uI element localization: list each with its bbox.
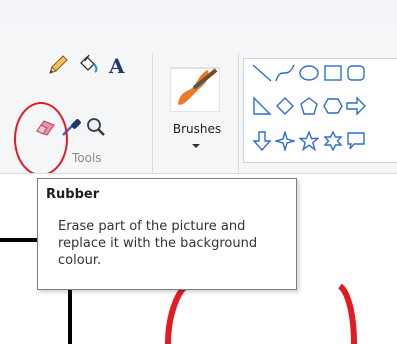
rounded-rectangle-icon[interactable]	[346, 63, 366, 83]
rectangle-icon[interactable]	[323, 63, 343, 83]
oval-icon[interactable]	[299, 63, 319, 83]
pencil-icon[interactable]	[46, 53, 70, 77]
shapes-gallery[interactable]	[243, 58, 397, 163]
svg-text:A: A	[108, 54, 125, 77]
four-point-star-icon[interactable]	[273, 129, 297, 153]
group-divider	[152, 53, 153, 173]
chevron-down-icon	[192, 144, 200, 148]
hexagon-icon[interactable]	[323, 96, 343, 116]
magnifier-icon[interactable]	[84, 115, 108, 139]
group-divider	[238, 53, 239, 173]
callout-icon[interactable]	[346, 131, 366, 151]
six-point-star-icon[interactable]	[323, 130, 343, 152]
ribbon-tab-strip	[0, 0, 397, 24]
ribbon-home: A Tools Brushes	[0, 23, 397, 176]
right-arrow-icon[interactable]	[346, 96, 366, 116]
diamond-icon[interactable]	[275, 96, 295, 116]
curve-icon[interactable]	[275, 63, 295, 83]
line-icon[interactable]	[252, 63, 272, 83]
eraser-tooltip: Rubber Erase part of the picture and rep…	[37, 178, 297, 290]
brushes-label: Brushes	[172, 122, 222, 136]
brushes-button[interactable]: Brushes	[162, 58, 232, 158]
tools-group-label: Tools	[72, 151, 102, 165]
tooltip-title: Rubber	[46, 187, 100, 202]
pentagon-icon[interactable]	[299, 96, 319, 116]
brush-icon	[169, 66, 221, 116]
five-point-star-icon[interactable]	[297, 130, 321, 152]
down-arrow-icon[interactable]	[252, 131, 272, 152]
fill-bucket-icon[interactable]	[75, 53, 99, 77]
eraser-highlight-ring	[14, 102, 68, 176]
tooltip-description: Erase part of the picture and replace it…	[58, 219, 258, 268]
triangle-icon[interactable]	[252, 96, 272, 116]
text-icon[interactable]: A	[104, 53, 128, 77]
